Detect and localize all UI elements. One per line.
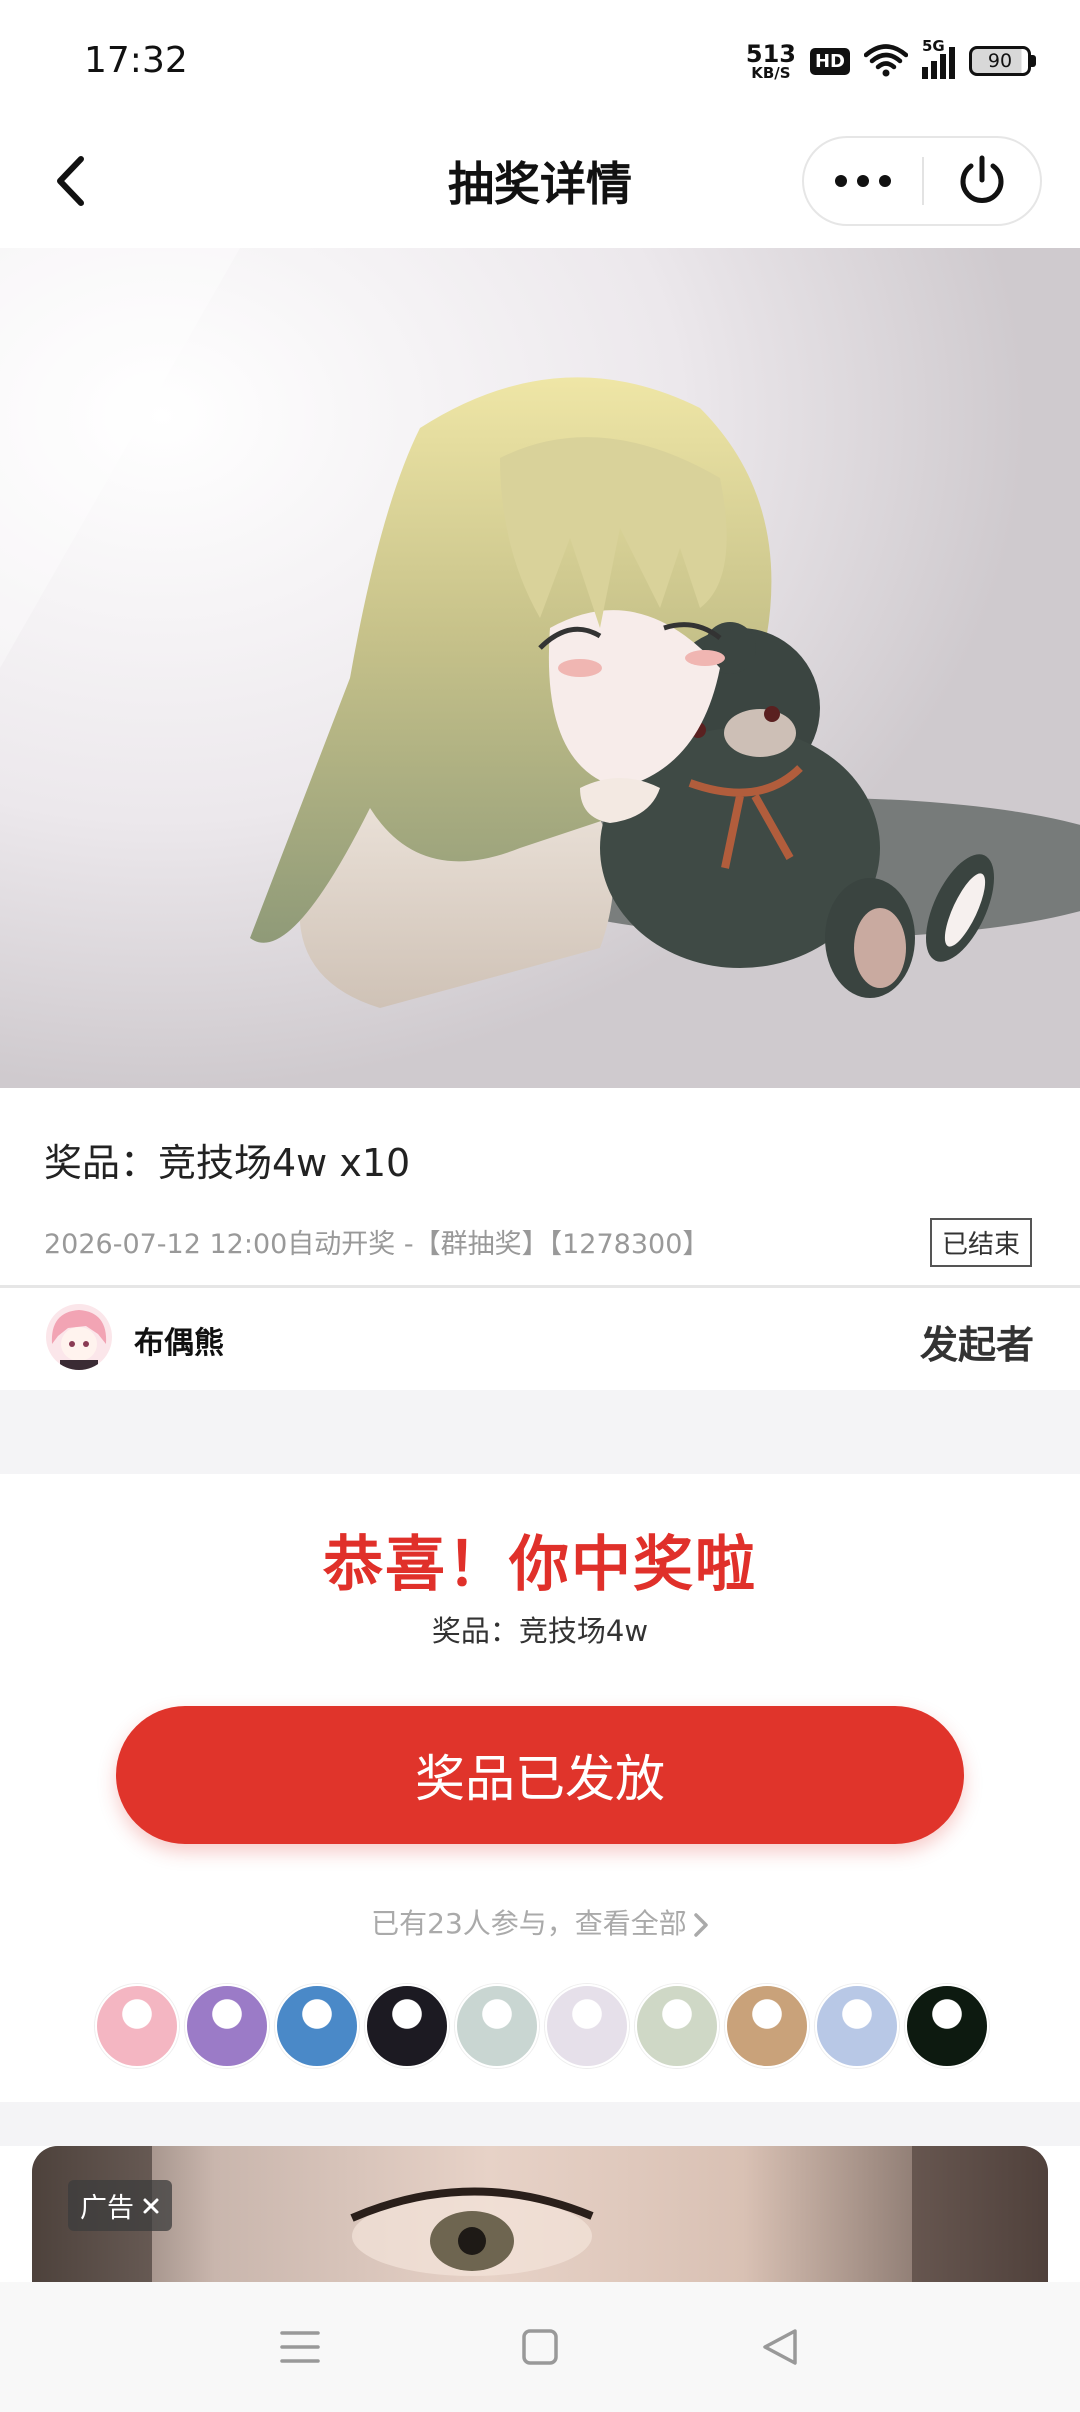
ad-badge[interactable]: 广告 bbox=[68, 2180, 172, 2231]
home-button[interactable] bbox=[500, 2307, 580, 2387]
more-button[interactable] bbox=[804, 138, 922, 224]
power-icon bbox=[960, 155, 1004, 203]
ad-image bbox=[32, 2146, 1048, 2282]
menu-icon bbox=[280, 2331, 320, 2363]
organizer-avatar bbox=[46, 1304, 112, 1370]
participants-link-label: 已有23人参与，查看全部 bbox=[371, 1907, 687, 1940]
win-prize: 奖品：竞技场4w bbox=[431, 1614, 649, 1648]
prize-info: 奖品：竞技场4w x10 2026-07-12 12:00自动开奖 -【群抽奖】… bbox=[0, 1088, 1080, 1288]
battery-level: 90 bbox=[969, 46, 1031, 76]
participant-avatar[interactable] bbox=[185, 1984, 269, 2068]
miniprogram-capsule bbox=[802, 136, 1042, 226]
status-icons: 513 KB/S HD 5G 90 bbox=[746, 36, 1036, 86]
network-speed-value: 513 bbox=[745, 39, 796, 68]
participant-avatar[interactable] bbox=[365, 1984, 449, 2068]
chevron-right-icon bbox=[694, 1913, 708, 1937]
prize-image bbox=[0, 248, 1080, 1088]
advertisement[interactable]: 广告 bbox=[32, 2146, 1048, 2282]
participant-avatar[interactable] bbox=[905, 1984, 989, 2068]
close-icon bbox=[143, 2198, 159, 2213]
battery-icon: 90 bbox=[969, 46, 1036, 76]
section-divider bbox=[0, 1390, 1080, 1474]
win-title: 恭喜！你中奖啦 bbox=[323, 1530, 757, 1600]
organizer-role-label: 发起者 bbox=[919, 1323, 1034, 1367]
network-speed: 513 KB/S bbox=[746, 42, 796, 81]
prize-distributed-button[interactable]: 奖品已发放 bbox=[116, 1706, 964, 1844]
anime-girl-with-bear-illustration bbox=[0, 248, 1080, 1088]
lottery-result: 恭喜！你中奖啦 奖品：竞技场4w 奖品已发放 已有23人参与，查看全部 bbox=[0, 1474, 1080, 2102]
back-nav-button[interactable] bbox=[740, 2307, 820, 2387]
nav-bar: 抽奖详情 bbox=[0, 120, 1080, 248]
back-triangle-icon bbox=[763, 2329, 797, 2365]
prize-title: 奖品：竞技场4w x10 bbox=[44, 1141, 411, 1185]
status-bar: 17:32 513 KB/S HD 5G 90 bbox=[0, 0, 1080, 120]
section-divider-2 bbox=[0, 2102, 1080, 2146]
status-badge: 已结束 bbox=[930, 1218, 1033, 1267]
participant-avatar[interactable] bbox=[725, 1984, 809, 2068]
more-dots-icon bbox=[835, 175, 891, 187]
participant-avatar[interactable] bbox=[815, 1984, 899, 2068]
participant-avatar[interactable] bbox=[545, 1984, 629, 2068]
menu-button[interactable] bbox=[260, 2307, 340, 2387]
ad-badge-label: 广告 bbox=[80, 2193, 134, 2224]
participant-avatar[interactable] bbox=[455, 1984, 539, 2068]
organizer-row[interactable]: 布偶熊 发起者 bbox=[0, 1290, 1080, 1390]
network-speed-unit: KB/S bbox=[751, 63, 791, 82]
participant-avatars[interactable] bbox=[95, 1984, 989, 2068]
system-nav-bar bbox=[0, 2282, 1080, 2412]
view-all-participants-link[interactable]: 已有23人参与，查看全部 bbox=[0, 1902, 1080, 1942]
participant-avatar[interactable] bbox=[275, 1984, 359, 2068]
lottery-meta: 2026-07-12 12:00自动开奖 -【群抽奖】【1278300】 bbox=[44, 1229, 710, 1260]
participant-avatar[interactable] bbox=[635, 1984, 719, 2068]
home-square-icon bbox=[522, 2329, 558, 2365]
organizer-name: 布偶熊 bbox=[134, 1326, 224, 1361]
close-miniprogram-button[interactable] bbox=[924, 138, 1040, 224]
participant-avatar[interactable] bbox=[95, 1984, 179, 2068]
wifi-icon bbox=[864, 44, 908, 77]
cellular-signal-icon: 5G bbox=[922, 37, 955, 79]
hd-icon: HD bbox=[809, 47, 850, 75]
status-time: 17:32 bbox=[84, 40, 188, 81]
signal-type-label: 5G bbox=[922, 37, 945, 55]
